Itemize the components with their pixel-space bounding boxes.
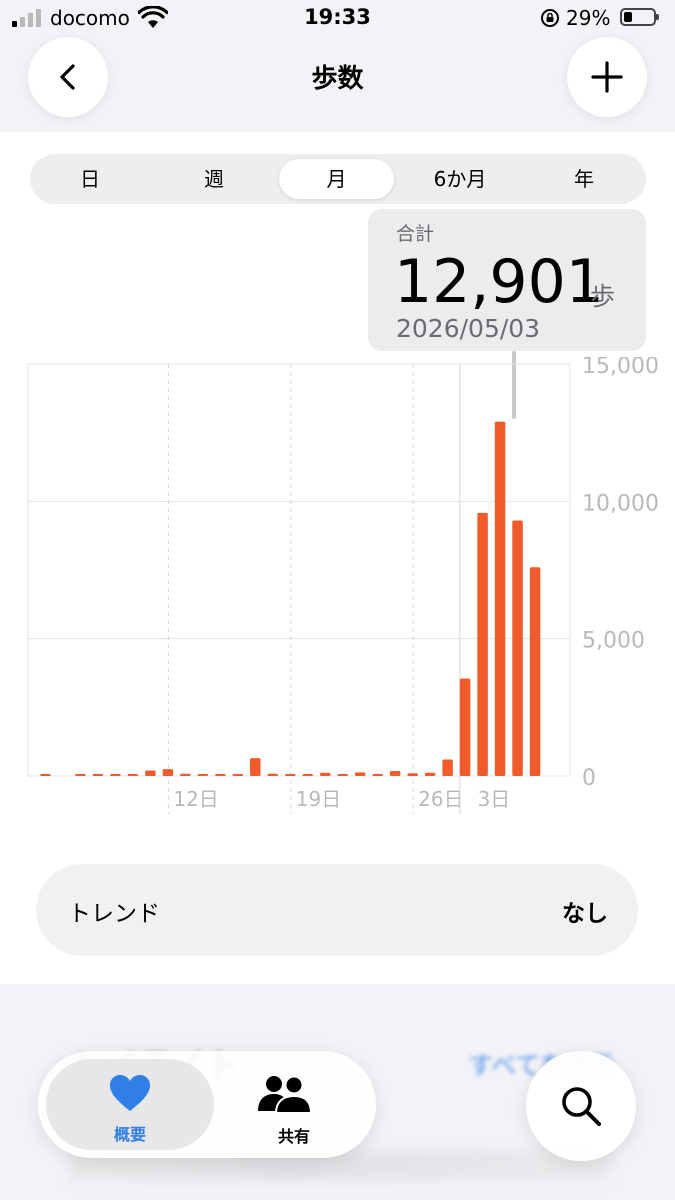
bar-day-6 [127, 774, 139, 776]
y-tick-label: 10,000 [582, 491, 659, 516]
tab-overview-label: 概要 [113, 1125, 146, 1144]
bar-day-15 [285, 774, 296, 776]
y-tick-label: 15,000 [582, 357, 659, 379]
bar-day-1 [40, 774, 51, 776]
tooltip-value: 12,901 [394, 247, 604, 317]
tooltip-label: 合計 [396, 223, 435, 245]
bar-day-3 [75, 774, 86, 776]
segment-six-months[interactable]: 6か月 [400, 159, 520, 199]
bar-day-16 [302, 774, 313, 776]
tooltip-unit: 歩 [590, 282, 616, 311]
steps-content: 日 週 月 6か月 年 合計 12,901 歩 2026/05/03 15,00… [0, 132, 675, 984]
trend-label: トレンド [68, 901, 160, 927]
heart-icon [110, 1075, 150, 1111]
x-tick-label: 19日 [296, 787, 341, 811]
bar-day-9 [180, 773, 191, 776]
bar-day-19 [354, 772, 366, 776]
selection-tooltip: 合計 12,901 歩 2026/05/03 [368, 209, 646, 351]
bar-day-7 [145, 770, 156, 776]
bar-day-26 [477, 512, 488, 776]
bar-day-17 [319, 772, 331, 776]
status-bar: docomo 19:33 29% [0, 0, 675, 36]
trend-row[interactable]: トレンド なし [36, 864, 638, 956]
bar-day-28 [512, 520, 523, 776]
bar-day-24 [442, 759, 453, 776]
search-button[interactable] [526, 1051, 636, 1161]
bar-day-22 [407, 773, 418, 776]
y-tick-label: 0 [582, 766, 596, 791]
bar-day-5 [110, 774, 121, 776]
bar-day-20 [372, 774, 383, 776]
add-data-button[interactable] [567, 37, 647, 117]
steps-bar-chart[interactable]: 15,000 10,000 5,000 0 12日 19日 26日 3日 [0, 357, 675, 827]
tab-sharing-label: 共有 [277, 1127, 310, 1146]
bar-day-21 [389, 771, 401, 776]
tooltip-date: 2026/05/03 [396, 314, 541, 343]
bar-day-11 [215, 774, 226, 776]
bar-day-12 [232, 774, 244, 776]
battery-icon [620, 8, 659, 26]
y-tick-label: 5,000 [582, 629, 645, 654]
tab-sharing[interactable]: 共有 [224, 1059, 364, 1150]
segment-year[interactable]: 年 [524, 159, 644, 199]
bar-day-23 [424, 772, 436, 776]
battery-percentage: 29% [566, 6, 611, 30]
segment-day[interactable]: 日 [30, 159, 150, 199]
battery-level [624, 12, 632, 22]
rotation-lock-icon [541, 9, 559, 27]
plus-icon [591, 61, 623, 93]
tab-overview[interactable]: 概要 [46, 1059, 214, 1150]
x-tick-label: 26日 [418, 787, 463, 811]
period-segmented-control: 日 週 月 6か月 年 [30, 154, 646, 204]
bar-day-10 [197, 774, 209, 776]
bar-day-13 [250, 758, 261, 776]
bar-day-14 [267, 773, 279, 776]
bar-day-4 [92, 774, 104, 776]
segment-month[interactable]: 月 [279, 159, 394, 199]
segment-week[interactable]: 週 [152, 159, 276, 199]
bar-day-29 [529, 567, 541, 776]
bar-day-18 [337, 774, 348, 776]
trend-value: なし [562, 901, 608, 927]
search-icon [562, 1087, 601, 1126]
x-tick-label: 3日 [478, 787, 511, 811]
x-tick-label: 12日 [173, 787, 218, 811]
bar-day-8 [162, 769, 174, 776]
people-icon [258, 1075, 313, 1114]
tab-bar: 概要 共有 [38, 1051, 376, 1158]
bar-day-27 [494, 421, 506, 776]
bar-day-25 [459, 678, 471, 776]
